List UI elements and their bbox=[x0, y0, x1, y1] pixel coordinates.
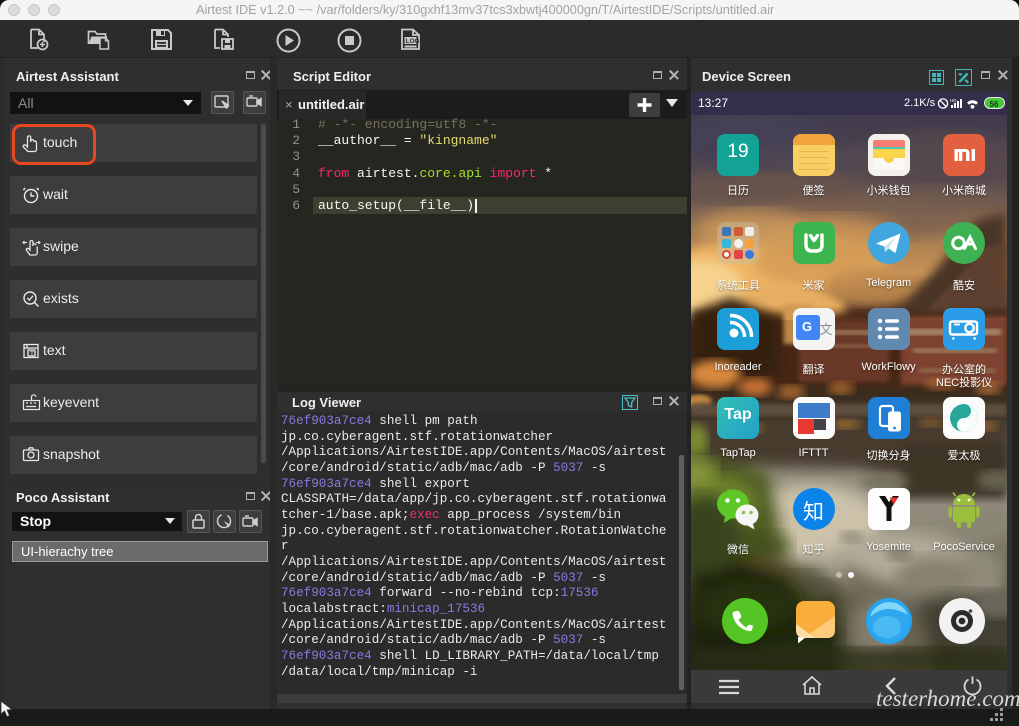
svg-text:T: T bbox=[30, 350, 34, 357]
svg-text:HD: HD bbox=[950, 98, 957, 103]
svg-text:LOG: LOG bbox=[406, 38, 420, 45]
